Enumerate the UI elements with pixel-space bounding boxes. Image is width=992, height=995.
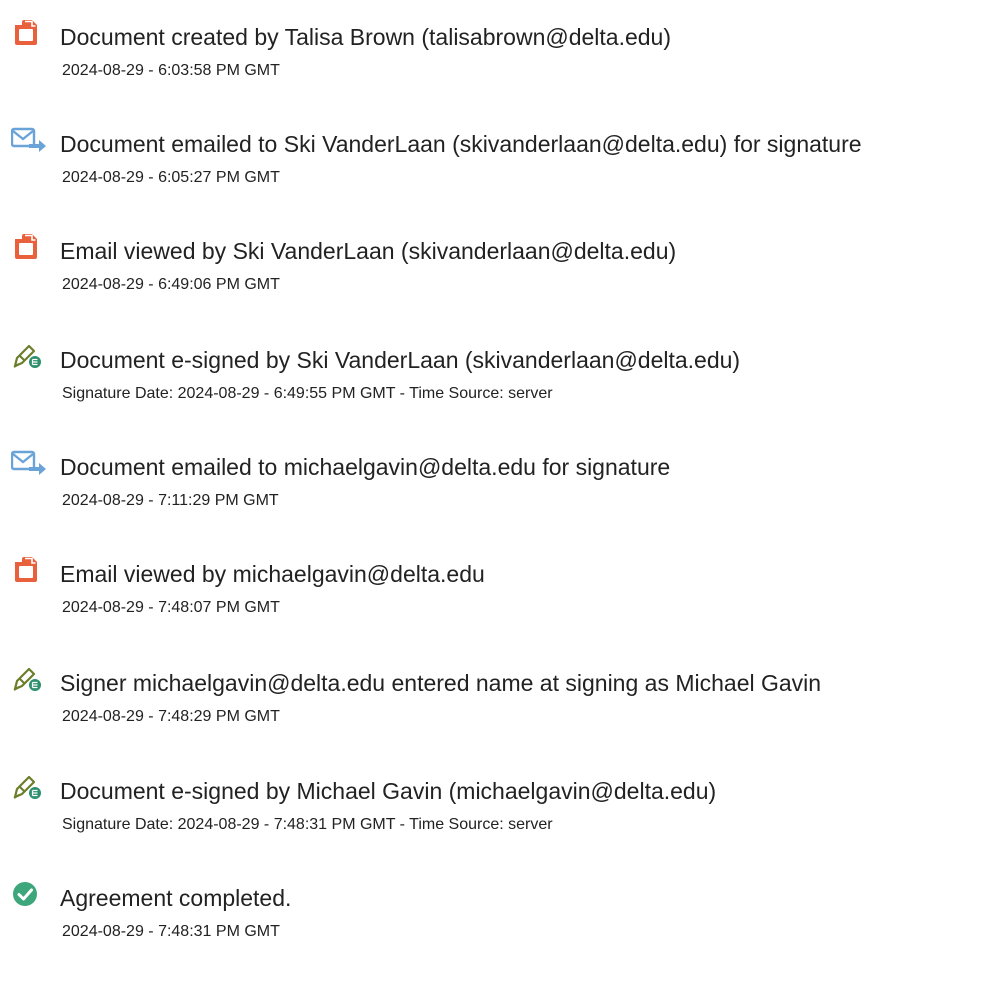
signature-date: Signature Date: 2024-08-29 - 6:49:55 PM … (62, 385, 553, 402)
event-title: Document e-signed by Michael Gavin (mich… (60, 778, 717, 804)
event-timestamp: 2024-08-29 - 7:48:07 PM GMT (62, 599, 280, 616)
email-sent-icon (11, 126, 49, 154)
e-sign-icon (11, 773, 49, 801)
audit-event: Email viewed by michaelgavin@delta.edu 2… (0, 553, 992, 633)
e-sign-icon (11, 342, 49, 370)
document-icon (11, 19, 49, 47)
event-title: Email viewed by michaelgavin@delta.edu (60, 561, 485, 587)
audit-event: Email viewed by Ski VanderLaan (skivande… (0, 230, 992, 310)
audit-event: Agreement completed. 2024-08-29 - 7:48:3… (0, 877, 992, 957)
audit-event: Document created by Talisa Brown (talisa… (0, 16, 992, 96)
checkmark-circle-icon (11, 880, 49, 908)
event-timestamp: 2024-08-29 - 7:11:29 PM GMT (62, 492, 279, 509)
signature-date: Signature Date: 2024-08-29 - 7:48:31 PM … (62, 816, 553, 833)
audit-event: Document e-signed by Ski VanderLaan (ski… (0, 339, 992, 419)
event-timestamp: 2024-08-29 - 6:03:58 PM GMT (62, 62, 280, 79)
document-icon (11, 556, 49, 584)
email-sent-icon (11, 449, 49, 477)
event-title: Document emailed to michaelgavin@delta.e… (60, 454, 671, 480)
event-title: Email viewed by Ski VanderLaan (skivande… (60, 238, 677, 264)
audit-event: Document e-signed by Michael Gavin (mich… (0, 770, 992, 850)
document-icon (11, 233, 49, 261)
event-title: Agreement completed. (60, 885, 292, 911)
event-timestamp: 2024-08-29 - 6:49:06 PM GMT (62, 276, 280, 293)
event-timestamp: 2024-08-29 - 7:48:31 PM GMT (62, 923, 280, 940)
e-sign-icon (11, 665, 49, 693)
event-timestamp: 2024-08-29 - 7:48:29 PM GMT (62, 708, 280, 725)
event-title: Signer michaelgavin@delta.edu entered na… (60, 670, 822, 696)
event-title: Document e-signed by Ski VanderLaan (ski… (60, 347, 741, 373)
event-title: Document created by Talisa Brown (talisa… (60, 24, 672, 50)
event-title: Document emailed to Ski VanderLaan (skiv… (60, 131, 862, 157)
audit-event: Document emailed to michaelgavin@delta.e… (0, 446, 992, 526)
audit-event: Document emailed to Ski VanderLaan (skiv… (0, 123, 992, 203)
event-timestamp: 2024-08-29 - 6:05:27 PM GMT (62, 169, 280, 186)
audit-event: Signer michaelgavin@delta.edu entered na… (0, 662, 992, 742)
